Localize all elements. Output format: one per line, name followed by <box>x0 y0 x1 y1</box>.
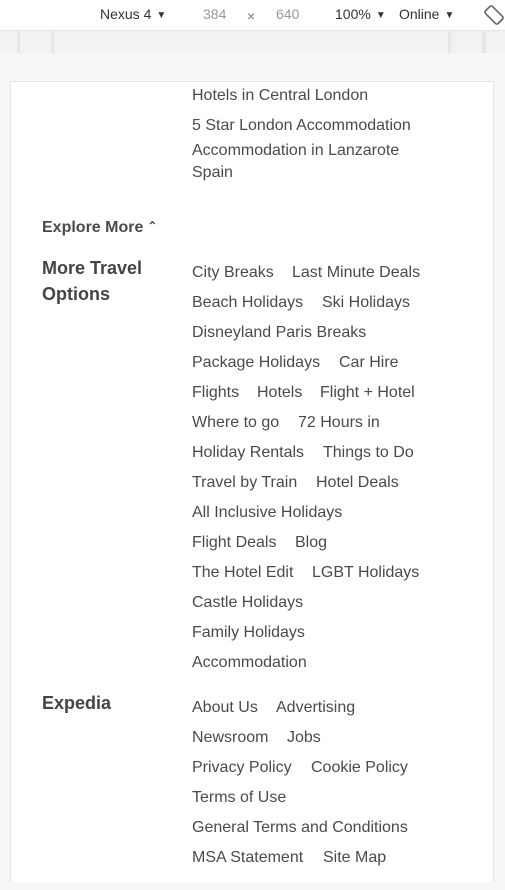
travel-link[interactable]: Things to Do <box>323 443 414 463</box>
travel-link[interactable]: Hotels <box>257 383 302 403</box>
throttle-label: Online <box>399 6 440 22</box>
travel-link[interactable]: Where to go <box>192 413 279 433</box>
travel-link[interactable]: Package Holidays <box>192 353 320 373</box>
travel-link[interactable]: Travel by Train <box>192 473 297 493</box>
travel-link[interactable]: Holiday Rentals <box>192 443 304 463</box>
footer-link[interactable]: Accommodation in Lanzarote <box>192 141 399 161</box>
travel-link[interactable]: The Hotel Edit <box>192 563 293 583</box>
section-heading-travel: More Travel Options <box>42 255 142 307</box>
media-query-ruler[interactable] <box>0 31 505 53</box>
footer-link-continued[interactable]: Spain <box>192 163 233 183</box>
travel-link[interactable]: 72 Hours in <box>298 413 380 433</box>
expedia-link[interactable]: Jobs <box>287 728 321 748</box>
travel-link[interactable]: Hotel Deals <box>316 473 399 493</box>
expedia-link[interactable]: Privacy Policy <box>192 758 292 778</box>
devtools-toolbar: Nexus 4 ▼ 384 × 640 100% ▼ Online ▼ <box>0 0 505 31</box>
viewport-height-input[interactable]: 640 <box>276 6 299 22</box>
caret-down-icon: ▼ <box>156 10 167 21</box>
travel-link[interactable]: Accommodation <box>192 653 307 673</box>
throttle-select[interactable]: Online ▼ <box>399 6 454 22</box>
expedia-link[interactable]: General Terms and Conditions <box>192 818 408 838</box>
zoom-label: 100% <box>335 6 371 22</box>
travel-link[interactable]: Flight + Hotel <box>320 383 415 403</box>
travel-link[interactable]: City Breaks <box>192 263 274 283</box>
footer-links-card: Hotels in Central London 5 Star London A… <box>10 81 494 882</box>
ruler-segment[interactable] <box>451 31 482 53</box>
viewport-width-input[interactable]: 384 <box>203 6 226 22</box>
heading-line: More Travel <box>42 258 143 278</box>
footer-link[interactable]: Hotels in Central London <box>192 86 368 106</box>
expedia-link[interactable]: About Us <box>192 698 258 718</box>
device-select[interactable]: Nexus 4 ▼ <box>100 6 166 22</box>
heading-line: Options <box>42 284 110 304</box>
footer-link[interactable]: 5 Star London Accommodation <box>192 116 411 136</box>
travel-link[interactable]: LGBT Holidays <box>312 563 419 583</box>
chevron-up-icon: ⌃ <box>147 219 158 233</box>
travel-link[interactable]: Ski Holidays <box>322 293 410 313</box>
travel-link[interactable]: Disneyland Paris Breaks <box>192 323 366 343</box>
expedia-link[interactable]: Newsroom <box>192 728 268 748</box>
travel-link[interactable]: Blog <box>295 533 327 553</box>
expedia-link[interactable]: Terms of Use <box>192 788 286 808</box>
section-heading-expedia: Expedia <box>42 693 112 713</box>
ruler-segment[interactable] <box>486 31 505 53</box>
explore-more-label: Explore More <box>42 219 144 236</box>
caret-down-icon: ▼ <box>444 10 455 21</box>
travel-link[interactable]: Flights <box>192 383 239 403</box>
travel-link[interactable]: All Inclusive Holidays <box>192 503 342 523</box>
dimension-separator: × <box>247 8 256 24</box>
ruler-segment[interactable] <box>20 31 51 53</box>
explore-more-toggle[interactable]: Explore More ⌃ <box>42 218 157 238</box>
ruler-segment[interactable] <box>0 31 17 53</box>
travel-link[interactable]: Family Holidays <box>192 623 305 643</box>
expedia-link[interactable]: Cookie Policy <box>311 758 408 778</box>
travel-link[interactable]: Last Minute Deals <box>292 263 420 283</box>
travel-link[interactable]: Castle Holidays <box>192 593 303 613</box>
expedia-link[interactable]: Advertising <box>276 698 355 718</box>
travel-link[interactable]: Flight Deals <box>192 533 276 553</box>
ruler-segment[interactable] <box>54 31 448 53</box>
expedia-link[interactable]: MSA Statement <box>192 848 303 868</box>
travel-link[interactable]: Beach Holidays <box>192 293 303 313</box>
zoom-select[interactable]: 100% ▼ <box>335 6 386 22</box>
expedia-link[interactable]: Site Map <box>323 848 386 868</box>
travel-link[interactable]: Car Hire <box>339 353 399 373</box>
caret-down-icon: ▼ <box>375 10 386 21</box>
rotate-icon[interactable] <box>484 5 504 25</box>
device-label: Nexus 4 <box>100 6 152 22</box>
